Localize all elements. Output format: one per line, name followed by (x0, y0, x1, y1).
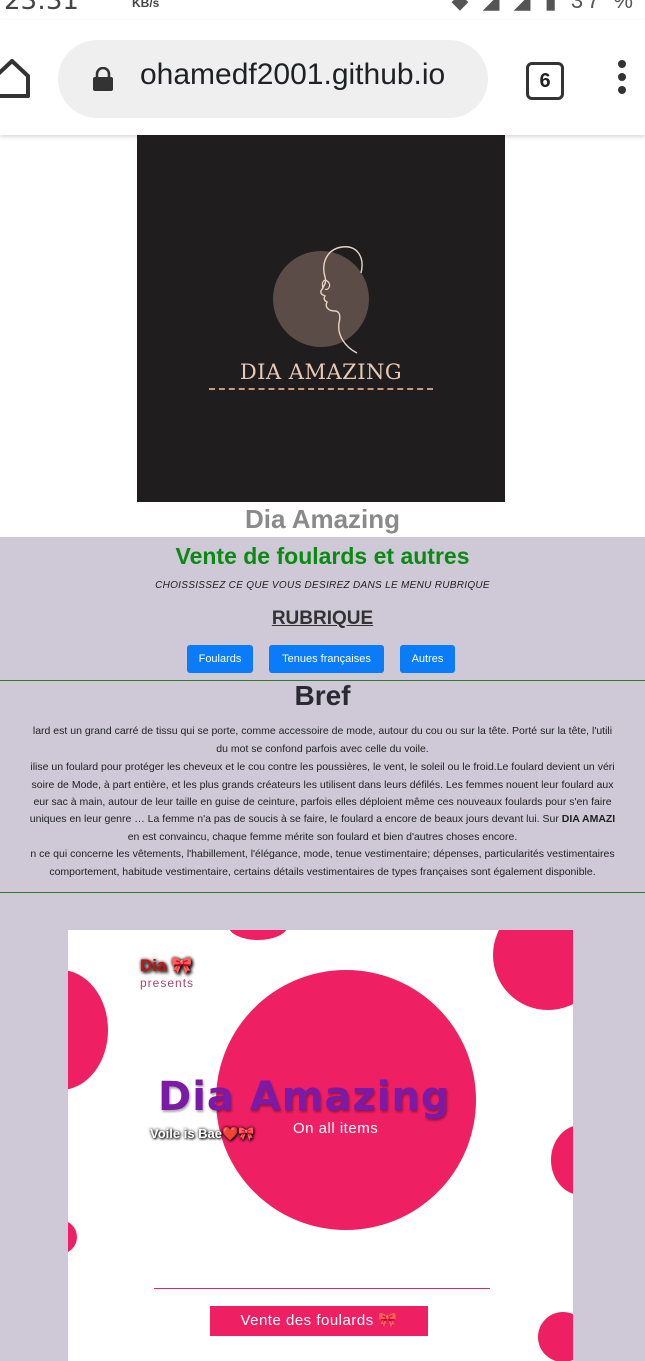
promo-dia-label: Dia 🎀 (140, 956, 193, 975)
pink-blob (493, 930, 573, 1010)
address-bar[interactable]: ohamedf2001.github.io (58, 40, 488, 118)
pink-blob (538, 1312, 573, 1361)
brand-logo-image: DIA AMAZING (137, 135, 505, 502)
status-time: 23:31 (4, 0, 79, 16)
bref-text: uniques en leur genre … La femme n'a pas… (29, 813, 559, 825)
status-speed-unit: KB/s (132, 0, 160, 10)
bref-text-line: eur sac à main, autour de leur taille en… (33, 796, 612, 808)
promo-on-all-items: On all items (293, 1120, 379, 1137)
browser-toolbar: ohamedf2001.github.io 6 (0, 20, 645, 135)
site-title: Dia Amazing (244, 504, 401, 534)
pink-blob (228, 930, 288, 940)
promo-title: Dia Amazing (158, 1074, 451, 1120)
bref-text-line: en est convaincu, chaque femme mérite so… (127, 831, 518, 843)
menu-hint: CHOISSISSEZ CE QUE VOUS DESIREZ DANS LE … (155, 580, 490, 591)
home-icon (0, 59, 30, 98)
bref-text-line: comportement, habitude vestimentaire, ce… (49, 866, 596, 878)
more-options-button[interactable] (612, 60, 632, 100)
rubrique-heading[interactable]: RUBRIQUE (0, 608, 645, 630)
lock-icon (93, 67, 113, 91)
status-bar: 23:31 KB/s ◆ ◢ ◢ ▮ 37 % (0, 0, 645, 20)
autres-button[interactable]: Autres (400, 645, 455, 673)
bref-text-line-with-brand: uniques en leur genre … La femme n'a pas… (0, 813, 645, 825)
pink-blob (551, 1125, 573, 1195)
promo-voile-label: Voile is Bae❤️🎀 (150, 1126, 255, 1141)
foulards-button[interactable]: Foulards (187, 645, 253, 673)
bref-text-line: ilise un foulard pour protéger les cheve… (30, 761, 615, 773)
bref-text-line: n ce qui concerne les vêtements, l'habil… (30, 848, 615, 860)
promo-cta-label: Vente des foulards 🎀 (210, 1306, 428, 1336)
promo-presents: presents (140, 976, 195, 990)
bref-heading: Bref (294, 680, 351, 711)
menu-dot-icon (618, 73, 626, 81)
face-profile-icon (320, 246, 363, 354)
tab-switcher-button[interactable]: 6 (526, 62, 564, 100)
tenues-francaises-button[interactable]: Tenues françaises (269, 645, 384, 673)
menu-dot-icon (618, 60, 626, 68)
pink-blob (68, 970, 108, 1090)
menu-dot-icon (618, 86, 626, 94)
tagline: Vente de foulards et autres (175, 543, 470, 569)
url-text: ohamedf2001.github.io (140, 58, 446, 91)
bref-brand-bold: DIA AMAZI (561, 813, 616, 825)
bref-text-line: du mot se confond parfois avec celle du … (216, 743, 429, 755)
promo-divider (154, 1288, 490, 1289)
logo-dashed-line (209, 388, 433, 390)
bref-text-line: soire de Mode, à part entière, et les pl… (31, 779, 614, 791)
home-button[interactable] (0, 56, 32, 100)
status-icons: ◆ ◢ ◢ ▮ 37 % (451, 0, 637, 13)
pink-blob (68, 1220, 77, 1254)
logo-brand-text: DIA AMAZING (239, 360, 403, 384)
promo-banner-image: Dia 🎀 presents Dia Amazing Voile is Bae❤… (68, 930, 573, 1361)
section-divider (0, 892, 645, 893)
bref-text-line: lard est un grand carré de tissu qui se … (32, 725, 613, 737)
